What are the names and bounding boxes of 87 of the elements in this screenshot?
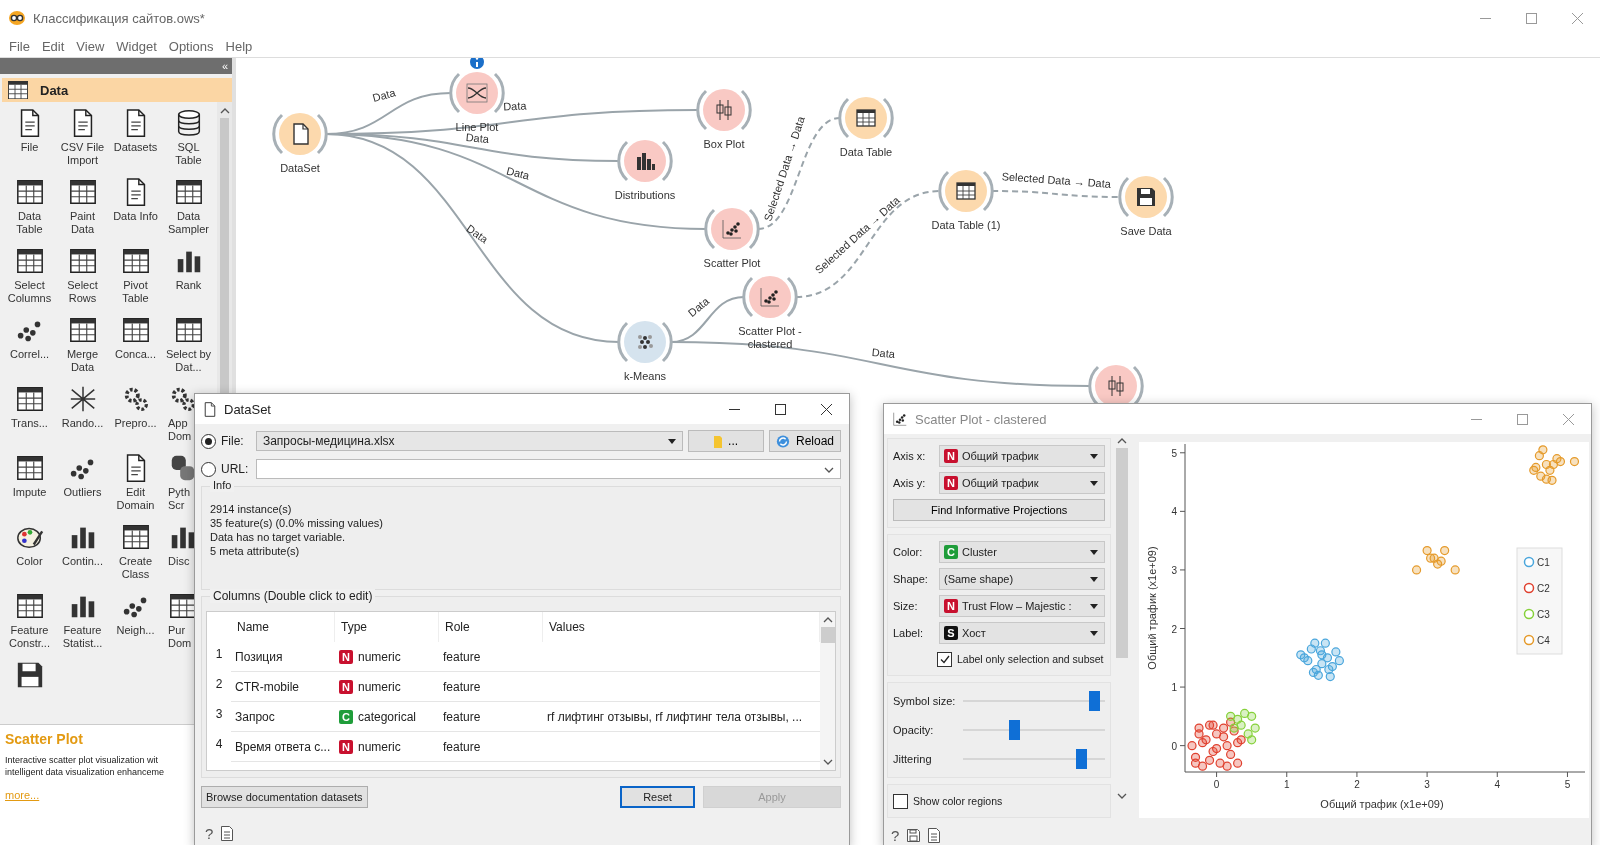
info-text: 35 feature(s) (0.0% missing values)	[210, 517, 384, 530]
tick-label: 1	[1283, 779, 1290, 790]
axis-title: Общий трафик (x1e+09)	[1320, 798, 1444, 810]
tick-label: 1	[1171, 682, 1177, 694]
slider-label: Jittering	[893, 753, 933, 765]
legend-label: C2	[1537, 583, 1550, 594]
field-label: URL:	[221, 462, 250, 476]
table-cell: numeric	[358, 739, 401, 754]
info-text: 2914 instance(s)	[210, 503, 293, 516]
tick-label: 5	[1564, 779, 1571, 790]
type-badge: N	[944, 449, 958, 463]
field-label: Axis y:	[893, 477, 927, 489]
type-badge: S	[944, 626, 958, 640]
legend-label: C3	[1537, 609, 1550, 620]
window-title: DataSet	[224, 401, 272, 417]
type-badge: C	[339, 709, 353, 724]
node-label: k-Means	[622, 370, 668, 383]
tick-label: 0	[1213, 779, 1220, 790]
node-label: Scatter Plot - clastered	[737, 325, 803, 351]
window-title: Scatter Plot - clastered	[915, 411, 1048, 427]
tick-label: 0	[1171, 740, 1177, 752]
tick-label: 2	[1354, 779, 1360, 790]
tick-label: 4	[1171, 506, 1177, 518]
table-cell: Позиция	[231, 642, 335, 672]
info-text: Data has no target variable.	[210, 531, 347, 544]
table-cell: feature	[439, 642, 543, 672]
group-title: Info	[210, 479, 235, 492]
help-text: intelligent data visualization enhanceme	[5, 767, 165, 777]
tick-label: 2	[1171, 623, 1177, 635]
table-cell: categorical	[358, 709, 417, 724]
table-cell: feature	[439, 702, 543, 732]
field-label: Shape:	[893, 573, 929, 585]
node-label: Scatter Plot	[702, 257, 762, 270]
table-cell: rf лифтинг отзывы, rf лифтинг тела отзывы, ...	[543, 702, 820, 732]
tick-label: 3	[1171, 564, 1177, 576]
field-label: File:	[221, 434, 245, 448]
link-label: Data	[505, 164, 531, 182]
table-cell: Запрос	[231, 702, 335, 732]
node-label: Data Table (1)	[930, 219, 1002, 232]
category-title: Data	[40, 82, 69, 98]
link-label: Selected Data → Data	[1001, 170, 1112, 190]
type-badge: N	[339, 739, 353, 754]
axis-title: Общий трафик (x1e+09)	[1146, 546, 1158, 670]
checkbox-label: Label only selection and subset	[957, 653, 1104, 665]
field-label: Color:	[893, 546, 924, 558]
type-badge: N	[339, 649, 353, 664]
legend-label: C4	[1537, 635, 1550, 646]
table-cell: feature	[439, 732, 543, 762]
link-label: Data	[465, 131, 490, 145]
field-label: Size:	[893, 600, 919, 612]
node-label: DataSet	[279, 162, 321, 175]
link-label: Data	[371, 86, 397, 104]
table-cell: numeric	[358, 679, 401, 694]
info-text: 5 meta attribute(s)	[210, 545, 301, 558]
checkbox-label: Show color regions	[913, 795, 1003, 807]
field-label: Axis x:	[893, 450, 927, 462]
tick-label: 3	[1424, 779, 1430, 790]
type-badge: N	[944, 599, 958, 613]
type-badge: N	[944, 476, 958, 490]
table-cell: feature	[439, 672, 543, 702]
window-title: Классификация сайтов.ows*	[33, 10, 206, 26]
tick-label: 4	[1494, 779, 1501, 790]
row-number: 4	[214, 736, 224, 753]
row-number: 1	[214, 646, 224, 663]
node-label: Save Data	[1119, 225, 1173, 238]
node-label: Data Table	[838, 146, 894, 159]
node-label: Line Plot	[454, 121, 500, 133]
tick-label: 5	[1171, 447, 1177, 459]
table-cell: CTR-mobile	[231, 672, 335, 702]
row-number: 2	[214, 676, 224, 693]
slider-label: Symbol size:	[893, 695, 957, 707]
node-label: Box Plot	[702, 138, 746, 151]
link-label: Data	[871, 346, 896, 360]
table-cell: numeric	[358, 649, 401, 664]
legend-label: C1	[1537, 557, 1550, 568]
help-text: Interactive scatter plot visualization wit	[5, 755, 159, 765]
help-title: Scatter Plot	[5, 731, 83, 747]
node-label: Distributions	[613, 189, 677, 202]
link-label: Data	[685, 294, 712, 319]
link-label: Data	[502, 99, 527, 113]
table-cell: Время ответа с...	[231, 732, 335, 762]
slider-label: Opacity:	[893, 724, 935, 736]
type-badge: C	[944, 545, 958, 559]
group-title: Columns (Double click to edit)	[210, 589, 376, 603]
row-number: 3	[214, 706, 224, 723]
field-label: Label:	[893, 627, 924, 639]
type-badge: N	[339, 679, 353, 694]
